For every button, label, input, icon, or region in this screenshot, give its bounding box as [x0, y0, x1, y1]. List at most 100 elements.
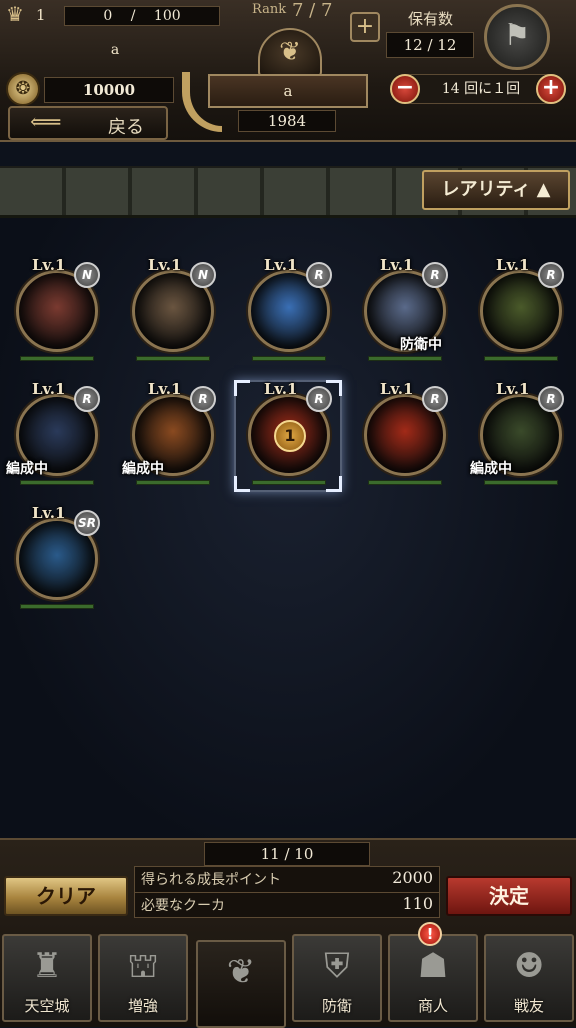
nav-label: 増強 [127, 997, 158, 1015]
cauldron-icon: ⛫ [127, 946, 159, 986]
unit-card[interactable]: Lv.1 R 編成中 [6, 380, 104, 490]
unit-hp-bar [484, 480, 558, 485]
frequency-label: 14 回に１回 [441, 81, 521, 97]
coin-value: 10000 [44, 77, 174, 103]
nav-castle[interactable]: ♜ 天空城 [2, 934, 92, 1022]
player-level: 1 [36, 6, 46, 24]
coin-icon: ❂ [6, 72, 40, 106]
nav-friends[interactable]: ☻ 戦友 [484, 934, 574, 1022]
rarity-badge: R [538, 386, 564, 412]
center-name: a [208, 74, 368, 108]
unit-card[interactable]: Lv.1 R [472, 256, 568, 366]
cost-label: 必要なクーカ [141, 898, 225, 914]
summary-divider [135, 892, 439, 893]
rarity-badge: N [190, 262, 216, 288]
unit-level: Lv.1 [496, 380, 530, 398]
clear-button[interactable]: クリア [4, 876, 128, 916]
player-name: a [110, 42, 120, 58]
unit-hp-bar [252, 480, 326, 485]
shield-icon: ⛨ [324, 946, 350, 986]
plus-button[interactable]: + [536, 74, 566, 104]
rarity-badge: R [190, 386, 216, 412]
sort-rarity-button[interactable]: レアリティ ▲ [422, 170, 570, 210]
unit-hp-bar [136, 356, 210, 361]
unit-hp-bar [484, 356, 558, 361]
unit-status: 防衛中 [400, 337, 442, 353]
rank-label: Rank [252, 2, 287, 17]
unit-status: 編成中 [122, 461, 164, 477]
summary-box: 得られる成長ポイント 2000 必要なクーカ 110 [134, 866, 440, 918]
growth-value: 2000 [392, 868, 433, 887]
owned-label: 保有数 [408, 10, 454, 28]
unit-level: Lv.1 [264, 256, 298, 274]
exp-max: 100 [153, 8, 181, 24]
rarity-badge: R [422, 262, 448, 288]
growth-label: 得られる成長ポイント [141, 872, 281, 888]
gacha-emblem-icon[interactable]: ⚑ [484, 4, 550, 70]
rarity-badge: R [74, 386, 100, 412]
unit-card[interactable]: Lv.1 R 編成中 [470, 380, 568, 490]
exp-bar: 0 / 100 [64, 6, 220, 26]
selection-count: 11 / 10 [204, 842, 370, 866]
unit-card[interactable]: Lv.1 R 編成中 [122, 380, 220, 490]
unit-level: Lv.1 [264, 380, 298, 398]
unit-level: Lv.1 [496, 256, 530, 274]
rarity-badge: N [74, 262, 100, 288]
unit-card[interactable]: Lv.1 R 防衛中 [356, 256, 452, 366]
unit-card[interactable]: Lv.1 R [240, 256, 336, 366]
cost-value: 110 [402, 894, 433, 913]
rarity-badge: R [306, 262, 332, 288]
rarity-badge: R [306, 386, 332, 412]
decide-button[interactable]: 決定 [446, 876, 572, 916]
unit-hp-bar [368, 480, 442, 485]
unit-card[interactable]: Lv.1 N [8, 256, 104, 366]
nav-label: 天空城 [24, 997, 70, 1015]
unit-level: Lv.1 [380, 256, 414, 274]
nav-cauldron[interactable]: ⛫ 増強 [98, 934, 188, 1022]
merchant-alert-badge: ! [418, 922, 442, 946]
nav-dragon[interactable]: ❦ [196, 940, 286, 1028]
unit-hp-bar [20, 604, 94, 609]
dragon-icon: ❦ [226, 952, 256, 992]
crown-icon: ♛ [6, 2, 24, 26]
nav-merchant[interactable]: ☗ 商人 [388, 934, 478, 1022]
unit-level: Lv.1 [148, 380, 182, 398]
selection-order: 1 [274, 420, 306, 452]
back-button[interactable]: ⟸ 戻る [8, 106, 168, 140]
merchant-icon: ☗ [417, 946, 449, 986]
unit-level: Lv.1 [380, 380, 414, 398]
rank-value: 7 / 7 [292, 0, 333, 21]
unit-level: Lv.1 [148, 256, 182, 274]
unit-card[interactable]: Lv.1 R 1 [234, 380, 342, 492]
minus-button[interactable]: − [390, 74, 420, 104]
unit-card[interactable]: Lv.1 R [356, 380, 452, 490]
unit-hp-bar [252, 356, 326, 361]
exp-current: 0 [103, 8, 113, 24]
unit-status: 編成中 [6, 461, 48, 477]
unit-level: Lv.1 [32, 504, 66, 522]
unit-card[interactable]: Lv.1 N [124, 256, 220, 366]
add-owned-button[interactable]: + [350, 12, 380, 42]
unit-hp-bar [20, 356, 94, 361]
rarity-badge: R [538, 262, 564, 288]
nav-label: 戦友 [513, 997, 544, 1015]
unit-level: Lv.1 [32, 380, 66, 398]
unit-status: 編成中 [470, 461, 512, 477]
unit-hp-bar [136, 480, 210, 485]
back-arrow-icon: ⟸ [30, 110, 62, 135]
unit-hp-bar [20, 480, 94, 485]
friends-icon: ☻ [513, 946, 545, 986]
unit-card[interactable]: Lv.1 SR [8, 504, 104, 614]
unit-level: Lv.1 [32, 256, 66, 274]
nav-label: 商人 [417, 997, 448, 1015]
exp-separator: / [130, 8, 136, 24]
unit-hp-bar [368, 356, 442, 361]
rarity-badge: SR [74, 510, 100, 536]
nav-label: 防衛 [321, 997, 352, 1015]
rarity-badge: R [422, 386, 448, 412]
owned-value: 12 / 12 [386, 32, 474, 58]
nav-shield[interactable]: ⛨ 防衛 [292, 934, 382, 1022]
castle-icon: ♜ [31, 946, 63, 986]
center-value: 1984 [238, 110, 336, 132]
back-label: 戻る [108, 117, 144, 138]
